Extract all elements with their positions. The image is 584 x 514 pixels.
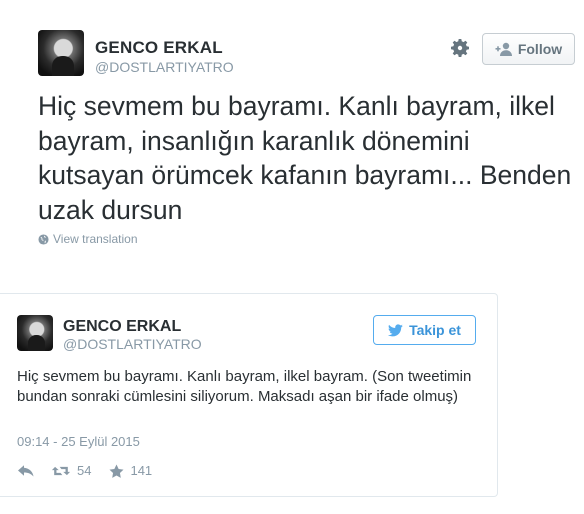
- tweet-text: Hiç sevmem bu bayramı. Kanlı bayram, ilk…: [17, 368, 472, 405]
- author-avatar[interactable]: [38, 30, 84, 76]
- tweet-actions: 54 141: [17, 463, 152, 478]
- reply-button[interactable]: [17, 464, 35, 478]
- view-translation-link[interactable]: View translation: [38, 232, 138, 246]
- twitter-bird-icon: [388, 323, 403, 336]
- tweet-text: Hiç sevmem bu bayramı. Kanlı bayram, ilk…: [38, 91, 572, 225]
- favorite-button[interactable]: 141: [109, 463, 152, 478]
- retweet-button[interactable]: 54: [51, 463, 91, 478]
- takip-et-button[interactable]: Takip et: [373, 315, 476, 345]
- main-tweet: GENCO ERKAL @DOSTLARTIYATRO Follow Hiç s…: [0, 0, 584, 290]
- globe-icon: [38, 233, 49, 245]
- author-avatar[interactable]: [17, 315, 53, 351]
- follow-label: Follow: [517, 41, 563, 57]
- tweet-timestamp[interactable]: 09:14 - 25 Eylül 2015: [17, 434, 140, 449]
- author-name[interactable]: GENCO ERKAL: [63, 318, 181, 336]
- reply-icon: [18, 464, 34, 476]
- author-handle[interactable]: @DOSTLARTIYATRO: [63, 336, 202, 352]
- takip-et-label: Takip et: [409, 322, 461, 338]
- author-name[interactable]: GENCO ERKAL: [95, 38, 223, 58]
- view-translation-label: View translation: [53, 232, 138, 246]
- like-count: 141: [130, 463, 153, 478]
- gear-icon[interactable]: [448, 36, 472, 60]
- author-handle[interactable]: @DOSTLARTIYATRO: [95, 59, 234, 75]
- add-user-icon: [495, 42, 512, 56]
- embedded-tweet-card: GENCO ERKAL @DOSTLARTIYATRO Takip et Hiç…: [0, 293, 498, 497]
- retweet-icon: [51, 466, 71, 475]
- retweet-count: 54: [77, 463, 92, 478]
- follow-button[interactable]: Follow: [482, 33, 575, 65]
- star-icon: [109, 463, 124, 478]
